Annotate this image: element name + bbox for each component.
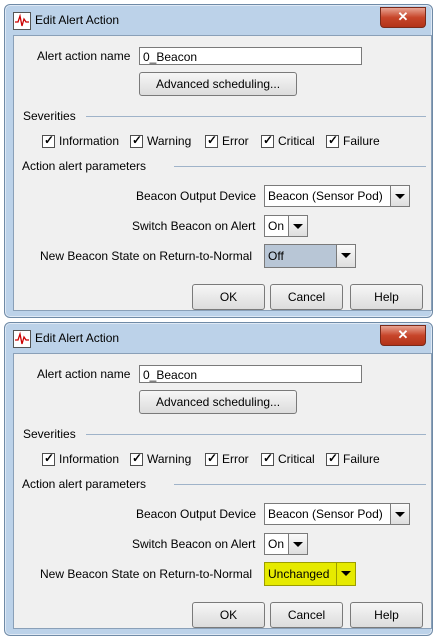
ok-button[interactable]: OK <box>192 284 265 310</box>
checkbox-checked[interactable]: ✓ <box>42 451 55 466</box>
severity-label: Critical <box>278 134 315 148</box>
checkbox-checked[interactable]: ✓ <box>130 133 143 148</box>
check-icon: ✓ <box>328 133 339 147</box>
check-icon: ✓ <box>207 133 218 147</box>
selected-value: Unchanged <box>268 567 330 581</box>
return-to-normal-state-select[interactable]: Off <box>264 244 356 268</box>
selected-value: On <box>268 537 285 551</box>
checkbox-checked[interactable]: ✓ <box>42 133 55 148</box>
app-waveform-icon <box>13 12 31 30</box>
action-alert-parameters-title: Action alert parameters <box>22 159 153 173</box>
checkbox-checked[interactable]: ✓ <box>205 451 218 466</box>
close-icon: ✕ <box>397 327 409 342</box>
section-divider <box>86 116 426 117</box>
severity-label: Warning <box>147 134 192 148</box>
severity-label: Critical <box>278 452 315 466</box>
severity-label: Failure <box>343 134 380 148</box>
close-button[interactable]: ✕ <box>380 7 426 28</box>
dialog-content: Alert action name 0_Beacon Advanced sche… <box>13 35 432 311</box>
selected-value: Off <box>268 249 284 263</box>
switch-beacon-on-alert-select[interactable]: On <box>264 533 308 555</box>
switch-beacon-on-alert-label: Switch Beacon on Alert <box>132 219 256 233</box>
chevron-down-icon[interactable] <box>288 216 307 236</box>
advanced-scheduling-button[interactable]: Advanced scheduling... <box>139 390 297 414</box>
cancel-button[interactable]: Cancel <box>270 602 343 628</box>
title-bar[interactable]: Edit Alert Action ✕ <box>5 323 432 353</box>
dialog-content: Alert action name 0_Beacon Advanced sche… <box>13 353 432 629</box>
severities-title: Severities <box>23 109 82 123</box>
chevron-down-icon[interactable] <box>390 504 409 524</box>
alert-action-name-label: Alert action name <box>37 49 131 63</box>
action-alert-parameters-title: Action alert parameters <box>22 477 153 491</box>
app-waveform-icon <box>13 330 31 348</box>
checkbox-checked[interactable]: ✓ <box>205 133 218 148</box>
severity-label: Error <box>222 134 249 148</box>
return-to-normal-state-label: New Beacon State on Return-to-Normal <box>40 249 253 263</box>
dialog-title: Edit Alert Action <box>35 13 120 27</box>
check-icon: ✓ <box>207 451 218 465</box>
check-icon: ✓ <box>328 451 339 465</box>
chevron-down-icon[interactable] <box>336 563 355 585</box>
section-divider <box>174 166 426 167</box>
check-icon: ✓ <box>263 133 274 147</box>
selected-value: Beacon (Sensor Pod) <box>268 507 383 521</box>
checkbox-checked[interactable]: ✓ <box>261 133 274 148</box>
help-button[interactable]: Help <box>350 602 423 628</box>
section-divider <box>174 484 426 485</box>
checkbox-checked[interactable]: ✓ <box>326 133 339 148</box>
dialog-title: Edit Alert Action <box>35 331 120 345</box>
switch-beacon-on-alert-select[interactable]: On <box>264 215 308 237</box>
check-icon: ✓ <box>263 451 274 465</box>
beacon-output-device-label: Beacon Output Device <box>136 507 257 521</box>
severity-label: Failure <box>343 452 380 466</box>
chevron-down-icon[interactable] <box>390 186 409 206</box>
return-to-normal-state-label: New Beacon State on Return-to-Normal <box>40 567 253 581</box>
switch-beacon-on-alert-label: Switch Beacon on Alert <box>132 537 256 551</box>
beacon-output-device-label: Beacon Output Device <box>136 189 257 203</box>
title-bar[interactable]: Edit Alert Action ✕ <box>5 5 432 35</box>
severity-label: Error <box>222 452 249 466</box>
check-icon: ✓ <box>132 451 143 465</box>
edit-alert-action-dialog: Edit Alert Action ✕ Alert action name 0_… <box>4 322 433 636</box>
severity-label: Information <box>59 452 120 466</box>
cancel-button[interactable]: Cancel <box>270 284 343 310</box>
edit-alert-action-dialog: Edit Alert Action ✕ Alert action name 0_… <box>4 4 433 318</box>
close-icon: ✕ <box>397 9 409 24</box>
help-button[interactable]: Help <box>350 284 423 310</box>
checkbox-checked[interactable]: ✓ <box>326 451 339 466</box>
ok-button[interactable]: OK <box>192 602 265 628</box>
return-to-normal-state-select[interactable]: Unchanged <box>264 562 356 586</box>
beacon-output-device-select[interactable]: Beacon (Sensor Pod) <box>264 185 410 207</box>
check-icon: ✓ <box>132 133 143 147</box>
close-button[interactable]: ✕ <box>380 325 426 346</box>
alert-action-name-label: Alert action name <box>37 367 131 381</box>
selected-value: Beacon (Sensor Pod) <box>268 189 383 203</box>
selected-value: On <box>268 219 285 233</box>
severity-label: Information <box>59 134 120 148</box>
checkbox-checked[interactable]: ✓ <box>261 451 274 466</box>
chevron-down-icon[interactable] <box>336 245 355 267</box>
severity-label: Warning <box>147 452 192 466</box>
alert-action-name-input[interactable]: 0_Beacon <box>139 47 362 65</box>
advanced-scheduling-button[interactable]: Advanced scheduling... <box>139 72 297 96</box>
checkbox-checked[interactable]: ✓ <box>130 451 143 466</box>
beacon-output-device-select[interactable]: Beacon (Sensor Pod) <box>264 503 410 525</box>
severities-title: Severities <box>23 427 82 441</box>
chevron-down-icon[interactable] <box>288 534 307 554</box>
check-icon: ✓ <box>44 451 55 465</box>
alert-action-name-input[interactable]: 0_Beacon <box>139 365 362 383</box>
check-icon: ✓ <box>44 133 55 147</box>
section-divider <box>86 434 426 435</box>
